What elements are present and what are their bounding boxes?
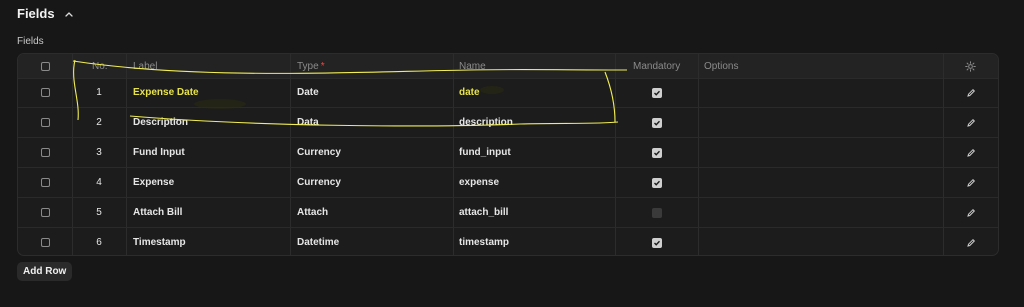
add-row-button[interactable]: Add Row xyxy=(17,262,73,281)
table-row[interactable]: 5 Attach Bill Attach attach_bill xyxy=(18,198,998,228)
fields-table: No. Label Type * Name Mandatory Options 1… xyxy=(17,53,999,256)
fields-label: Fields xyxy=(17,36,44,47)
header-type-text: Type xyxy=(297,60,319,72)
table-row[interactable]: 3 Fund Input Currency fund_input xyxy=(18,138,998,168)
row-label[interactable]: Expense xyxy=(133,168,174,197)
row-options[interactable] xyxy=(704,108,943,137)
edit-icon[interactable] xyxy=(966,208,976,218)
header-options: Options xyxy=(704,60,739,72)
row-checkbox[interactable] xyxy=(40,178,50,187)
row-label[interactable]: Description xyxy=(133,108,188,137)
gear-icon[interactable] xyxy=(965,60,976,72)
chevron-up-icon[interactable] xyxy=(63,8,75,20)
edit-icon[interactable] xyxy=(966,238,976,248)
row-number: 2 xyxy=(96,117,102,128)
table-header: No. Label Type * Name Mandatory Options xyxy=(18,54,998,79)
edit-icon[interactable] xyxy=(966,88,976,98)
row-name[interactable]: fund_input xyxy=(459,138,511,167)
row-type[interactable]: Date xyxy=(297,78,319,107)
required-marker: * xyxy=(320,60,325,72)
edit-icon[interactable] xyxy=(966,148,976,158)
header-name: Name xyxy=(459,60,486,72)
row-label[interactable]: Fund Input xyxy=(133,138,185,167)
table-row[interactable]: 1 Expense Date Date date xyxy=(18,78,998,108)
row-type[interactable]: Currency xyxy=(297,168,341,197)
header-label: Label xyxy=(133,60,158,72)
row-number: 6 xyxy=(96,237,102,248)
row-checkbox[interactable] xyxy=(40,118,50,127)
row-name[interactable]: attach_bill xyxy=(459,198,508,227)
row-options[interactable] xyxy=(704,198,943,227)
row-number: 1 xyxy=(96,87,102,98)
edit-icon[interactable] xyxy=(966,118,976,128)
row-label[interactable]: Attach Bill xyxy=(133,198,182,227)
table-row[interactable]: 2 Description Data description xyxy=(18,108,998,138)
mandatory-checkbox[interactable] xyxy=(651,87,662,98)
row-checkbox[interactable] xyxy=(40,148,50,157)
row-number: 5 xyxy=(96,207,102,218)
row-name[interactable]: date xyxy=(459,78,480,107)
row-number: 4 xyxy=(96,177,102,188)
mandatory-checkbox[interactable] xyxy=(651,207,662,218)
table-row[interactable]: 6 Timestamp Datetime timestamp xyxy=(18,228,998,255)
row-name[interactable]: description xyxy=(459,108,513,137)
mandatory-checkbox[interactable] xyxy=(651,177,662,188)
select-all-checkbox[interactable] xyxy=(40,61,50,71)
row-checkbox[interactable] xyxy=(40,238,50,247)
row-options[interactable] xyxy=(704,228,943,255)
row-type[interactable]: Data xyxy=(297,108,319,137)
edit-icon[interactable] xyxy=(966,178,976,188)
table-row[interactable]: 4 Expense Currency expense xyxy=(18,168,998,198)
row-options[interactable] xyxy=(704,78,943,107)
row-checkbox[interactable] xyxy=(40,208,50,217)
row-name[interactable]: timestamp xyxy=(459,228,509,255)
row-type[interactable]: Datetime xyxy=(297,228,339,255)
header-type: Type * xyxy=(297,54,325,78)
mandatory-checkbox[interactable] xyxy=(651,117,662,128)
section-header[interactable]: Fields xyxy=(17,6,75,21)
mandatory-checkbox[interactable] xyxy=(651,147,662,158)
row-label[interactable]: Expense Date xyxy=(133,78,199,107)
row-checkbox[interactable] xyxy=(40,88,50,97)
row-type[interactable]: Attach xyxy=(297,198,328,227)
header-no: No. xyxy=(92,60,108,72)
row-options[interactable] xyxy=(704,138,943,167)
section-title: Fields xyxy=(17,6,55,21)
mandatory-checkbox[interactable] xyxy=(651,237,662,248)
row-options[interactable] xyxy=(704,168,943,197)
header-mandatory: Mandatory xyxy=(633,60,681,72)
row-type[interactable]: Currency xyxy=(297,138,341,167)
row-number: 3 xyxy=(96,147,102,158)
row-name[interactable]: expense xyxy=(459,168,499,197)
row-label[interactable]: Timestamp xyxy=(133,228,186,255)
